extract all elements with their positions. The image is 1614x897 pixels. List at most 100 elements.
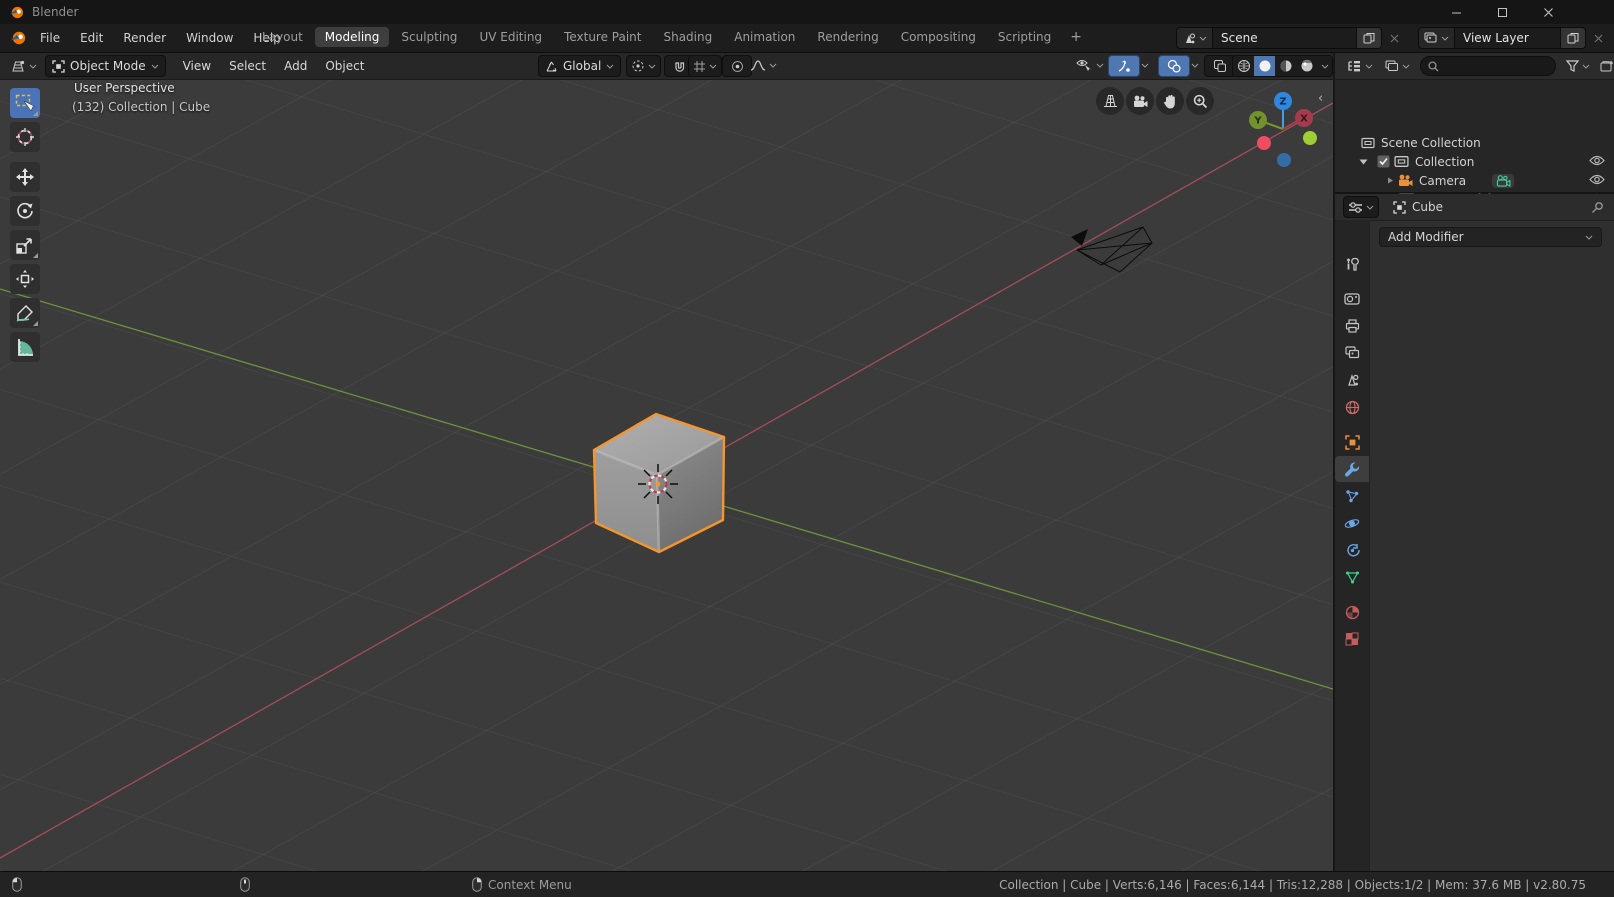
pan-view-button[interactable] bbox=[1156, 87, 1184, 115]
tab-scene[interactable] bbox=[1335, 367, 1369, 393]
tab-modifiers[interactable] bbox=[1335, 456, 1369, 482]
add-modifier-dropdown[interactable]: Add Modifier bbox=[1379, 227, 1602, 247]
pin-icon[interactable] bbox=[1591, 201, 1604, 214]
collection-icon bbox=[1394, 155, 1409, 168]
tab-shading[interactable]: Shading bbox=[653, 27, 722, 47]
toggle-perspective-button[interactable] bbox=[1096, 87, 1124, 115]
close-button[interactable] bbox=[1525, 0, 1571, 24]
visibility-eye-icon[interactable] bbox=[1589, 174, 1605, 185]
branch-arrow-icon bbox=[1387, 177, 1394, 184]
view-layer-new-button[interactable] bbox=[1561, 27, 1586, 49]
menu-file[interactable]: File bbox=[30, 31, 70, 45]
tab-render[interactable] bbox=[1335, 286, 1369, 312]
shading-solid-button[interactable] bbox=[1254, 56, 1275, 76]
outliner-display-mode-button[interactable] bbox=[1381, 56, 1414, 76]
maximize-button[interactable] bbox=[1479, 0, 1525, 24]
tab-compositing[interactable]: Compositing bbox=[891, 27, 986, 47]
view-layer-selector: View Layer bbox=[1418, 27, 1608, 49]
scene-unlink-button[interactable] bbox=[1384, 27, 1404, 49]
scene-new-button[interactable] bbox=[1357, 27, 1382, 49]
tab-texture[interactable] bbox=[1335, 626, 1369, 652]
camera-data-icon[interactable] bbox=[1492, 174, 1514, 188]
tool-move[interactable] bbox=[10, 162, 40, 192]
properties-editor-type-button[interactable] bbox=[1343, 196, 1379, 218]
shading-material-button[interactable] bbox=[1275, 56, 1296, 76]
overlays-dropdown[interactable] bbox=[1184, 55, 1206, 75]
outliner-row-collection[interactable]: Collection bbox=[1359, 152, 1474, 171]
tab-output[interactable] bbox=[1335, 313, 1369, 339]
tab-world[interactable] bbox=[1335, 394, 1369, 420]
outliner-row-scene-collection[interactable]: Scene Collection bbox=[1361, 133, 1481, 152]
mode-dropdown[interactable]: Object Mode bbox=[45, 55, 166, 77]
orientation-icon bbox=[545, 60, 558, 73]
tool-measure[interactable] bbox=[10, 332, 40, 362]
tab-texture-paint[interactable]: Texture Paint bbox=[554, 27, 651, 47]
tab-rendering[interactable]: Rendering bbox=[807, 27, 888, 47]
rmb-hint-label: Context Menu bbox=[488, 878, 572, 892]
tab-tool[interactable] bbox=[1335, 251, 1369, 277]
editor-type-button[interactable] bbox=[6, 56, 41, 76]
tab-modeling[interactable]: Modeling bbox=[315, 27, 390, 47]
tab-constraints[interactable] bbox=[1335, 537, 1369, 563]
outliner-header bbox=[1335, 53, 1614, 80]
new-collection-button[interactable] bbox=[1596, 56, 1614, 76]
gizmo-dropdown[interactable] bbox=[1134, 55, 1156, 75]
tab-material[interactable] bbox=[1335, 599, 1369, 625]
zoom-view-button[interactable] bbox=[1186, 87, 1214, 115]
view-layer-name-field[interactable]: View Layer bbox=[1454, 27, 1561, 49]
tool-transform[interactable] bbox=[10, 264, 40, 294]
tab-sculpting[interactable]: Sculpting bbox=[391, 27, 467, 47]
outliner-search-input[interactable] bbox=[1444, 59, 1548, 74]
view-layer-remove-button[interactable] bbox=[1588, 27, 1608, 49]
proportional-falloff-dropdown[interactable] bbox=[746, 55, 781, 75]
outliner-row-camera[interactable]: Camera bbox=[1387, 171, 1514, 190]
menu-window[interactable]: Window bbox=[176, 31, 243, 45]
outliner-editor-type-button[interactable] bbox=[1343, 56, 1377, 76]
magnet-icon bbox=[673, 60, 686, 73]
menu-render[interactable]: Render bbox=[113, 31, 176, 45]
tool-select-box[interactable] bbox=[10, 88, 40, 118]
tab-physics[interactable] bbox=[1335, 510, 1369, 536]
snap-target-dropdown[interactable] bbox=[688, 55, 722, 77]
view-layer-browse-button[interactable] bbox=[1418, 27, 1454, 49]
tab-scripting[interactable]: Scripting bbox=[988, 27, 1061, 47]
viewport-3d[interactable]: X Y Z Object Mode View Select Add bbox=[0, 53, 1333, 871]
menu-edit[interactable]: Edit bbox=[70, 31, 113, 45]
tab-animation[interactable]: Animation bbox=[724, 27, 805, 47]
visibility-eye-icon[interactable] bbox=[1589, 155, 1605, 166]
shading-wireframe-button[interactable] bbox=[1233, 56, 1254, 76]
viewport-menu-add[interactable]: Add bbox=[275, 59, 316, 73]
viewport-menu-object[interactable]: Object bbox=[316, 59, 373, 73]
tool-scale[interactable] bbox=[10, 230, 40, 260]
disclosure-triangle-icon[interactable] bbox=[1359, 159, 1368, 165]
titlebar: Blender bbox=[0, 0, 1614, 24]
tab-layout[interactable]: Layout bbox=[252, 27, 313, 47]
tab-object[interactable] bbox=[1335, 429, 1369, 455]
pivot-point-dropdown[interactable] bbox=[626, 55, 661, 77]
checkbox-checked-icon[interactable] bbox=[1377, 155, 1390, 168]
viewport-menu-select[interactable]: Select bbox=[220, 59, 275, 73]
axis-gizmo: X Y Z bbox=[1249, 92, 1317, 167]
camera-view-button[interactable] bbox=[1126, 87, 1154, 115]
scene-browse-button[interactable] bbox=[1176, 27, 1212, 49]
tab-particles[interactable] bbox=[1335, 483, 1369, 509]
blender-menu-logo-icon[interactable] bbox=[10, 30, 26, 46]
viewport-menu-view[interactable]: View bbox=[174, 59, 220, 73]
object-visibility-dropdown[interactable] bbox=[1072, 55, 1108, 75]
tool-annotate[interactable] bbox=[10, 298, 40, 328]
region-collapse-arrow[interactable]: ‹ bbox=[1318, 91, 1323, 106]
outliner-search[interactable] bbox=[1420, 56, 1556, 76]
minimize-button[interactable] bbox=[1433, 0, 1479, 24]
tab-uv-editing[interactable]: UV Editing bbox=[469, 27, 552, 47]
transform-orientation-dropdown[interactable]: Global bbox=[538, 55, 621, 77]
tool-cursor[interactable] bbox=[10, 122, 40, 152]
tab-object-data[interactable] bbox=[1335, 564, 1369, 590]
add-workspace-button[interactable]: + bbox=[1063, 28, 1089, 46]
tab-view-layer[interactable] bbox=[1335, 340, 1369, 366]
scene-name-field[interactable]: Scene bbox=[1212, 27, 1357, 49]
outliner-filter-button[interactable] bbox=[1562, 56, 1594, 76]
svg-text:Y: Y bbox=[1253, 116, 1262, 127]
tool-rotate[interactable] bbox=[10, 196, 40, 226]
shading-dropdown[interactable] bbox=[1317, 56, 1332, 76]
shading-rendered-button[interactable] bbox=[1296, 56, 1317, 76]
